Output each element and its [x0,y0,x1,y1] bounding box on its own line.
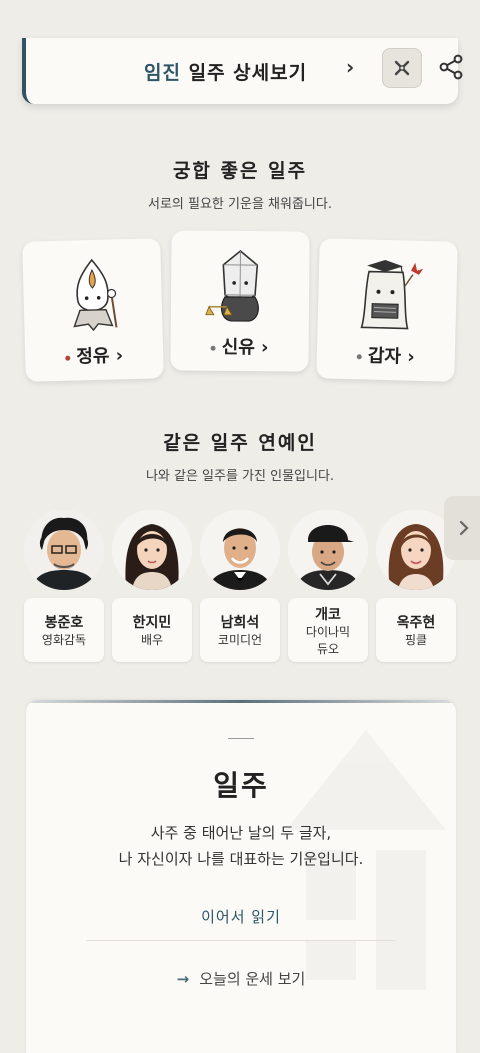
celeb-card-1[interactable]: 한지민 배우 [112,598,192,662]
compat-dot [356,353,362,359]
title-accent: 임진 [144,62,181,84]
crystal-scale-icon [205,249,259,322]
tools-icon [394,60,410,76]
compat-section-title: 궁합 좋은 일주 [172,160,308,182]
celeb-name: 옥주현 [396,615,436,631]
page-title[interactable]: 임진 일주 상세보기 [144,58,307,85]
compat-label-jeongyu[interactable]: 정유 › [25,340,164,370]
info-title: 일주 [213,769,269,802]
celeb-role: 핑클 [404,633,428,647]
divider-line [86,940,396,941]
celeb-section-title: 같은 일주 연예인 [163,432,317,454]
avatar-han[interactable] [112,510,192,590]
celeb-card-2[interactable]: 남희석 코미디언 [200,598,280,662]
compat-dot [210,345,216,351]
celeb-role: 코미디언 [217,633,263,647]
compat-label-sinyu[interactable]: 신유 › [170,332,308,359]
title-rest: 일주 상세보기 [180,62,308,84]
celeb-name: 한지민 [132,615,172,631]
compat-section-subtitle: 서로의 필요한 기운을 채워줍니다. [148,197,332,212]
carousel-next-button[interactable] [444,496,480,560]
card-top-bar [26,700,456,703]
celeb-card-4[interactable]: 옥주현 핑클 [376,598,456,662]
chevron-right-icon [459,520,469,536]
celeb-card-0[interactable]: 봉준호 영화감독 [24,598,104,662]
compat-label-text: 정유 › [76,345,124,368]
avatar-bong[interactable] [24,510,104,590]
today-fortune-link[interactable]: → 오늘의 운세 보기 [26,968,456,989]
compat-card-gapja[interactable]: 갑자 › [316,238,458,382]
detail-header-card[interactable]: 임진 일주 상세보기 › [22,38,463,104]
compat-label-text: 갑자 › [367,345,415,368]
candle-spirit-icon [73,258,118,332]
celeb-name: 봉준호 [44,615,84,631]
avatar-gaeko[interactable] [288,510,368,590]
today-fortune-label: 오늘의 운세 보기 [199,970,306,988]
compat-label-text: 신유 › [221,336,269,359]
avatar-nam[interactable] [200,510,280,590]
ilju-info-card: 일주 사주 중 태어난 날의 두 글자, 나 자신이자 나를 대표하는 기운입니… [26,700,456,1053]
compat-dot [65,355,71,361]
celeb-role: 영화감독 [41,633,87,647]
info-line-2: 나 자신이자 나를 대표하는 기운입니다. [118,850,364,868]
tools-button[interactable] [382,48,422,88]
celeb-card-3[interactable]: 개코 다이나믹 듀오 [288,598,368,662]
compat-card-sinyu[interactable]: 신유 › [170,230,310,372]
divider-dash [228,738,254,739]
info-description: 사주 중 태어난 날의 두 글자, 나 자신이자 나를 대표하는 기운입니다. [26,820,456,872]
celeb-name: 개코 [315,607,341,623]
tree-scholar-icon [360,259,424,330]
chevron-right-icon[interactable]: › [346,55,354,79]
celeb-name: 남희석 [220,615,260,631]
share-icon [439,54,463,80]
share-button[interactable] [436,50,466,84]
celeb-section-subtitle: 나와 같은 일주를 가진 인물입니다. [145,469,335,484]
arrow-right-icon: → [176,970,190,988]
compat-card-jeongyu[interactable]: 정유 › [22,238,164,382]
read-more-link[interactable]: 이어서 읽기 [26,906,456,927]
info-line-1: 사주 중 태어난 날의 두 글자, [150,824,332,842]
compat-label-gapja[interactable]: 갑자 › [317,340,456,370]
celeb-role: 다이나믹 듀오 [305,625,351,656]
celeb-role: 배우 [140,633,164,647]
